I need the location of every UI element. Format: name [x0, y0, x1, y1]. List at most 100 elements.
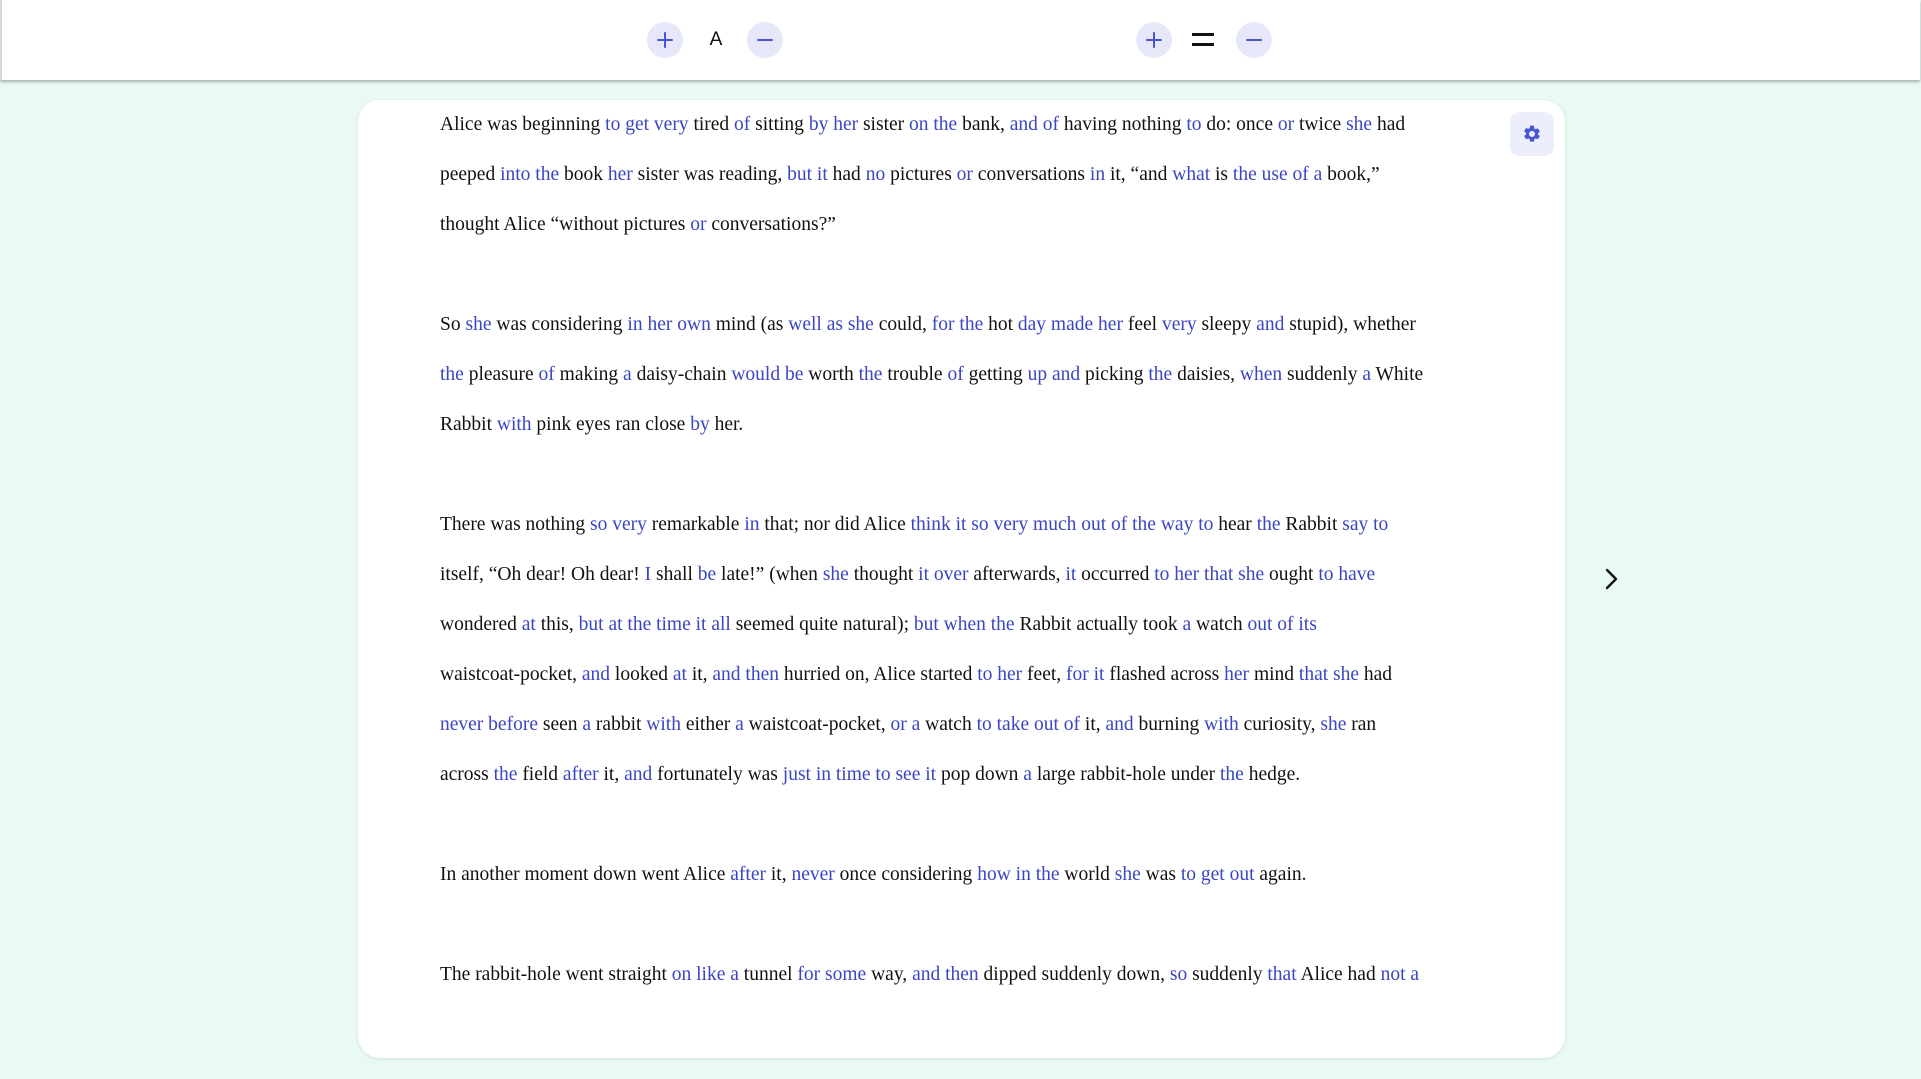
text-segment: mind	[1249, 664, 1299, 685]
highlighted-phrase: to get out	[1180, 864, 1255, 885]
text-segment: her.	[709, 414, 744, 435]
plus-icon	[1146, 32, 1162, 48]
font-size-increase-button[interactable]	[647, 22, 683, 58]
font-size-decrease-button[interactable]	[747, 22, 783, 58]
highlighted-phrase: the use of a	[1232, 164, 1323, 185]
reader-toolbar: A	[0, 0, 1920, 80]
text-segment: twice	[1294, 114, 1347, 135]
text-segment: burning	[1133, 714, 1205, 735]
text-segment: In another moment down went Alice	[440, 864, 731, 885]
highlighted-phrase: on like a	[671, 964, 739, 985]
font-label: A	[709, 29, 723, 50]
text-segment: Rabbit actually took	[1014, 614, 1183, 635]
highlighted-phrase: never before	[440, 714, 538, 735]
text-segment: mind (as	[710, 314, 789, 335]
highlighted-phrase: just in time to see it	[782, 764, 937, 785]
line-spacing-icon	[1192, 33, 1214, 46]
text-segment: was considering	[491, 314, 628, 335]
highlighted-phrase: on the	[909, 114, 958, 135]
line-spacing-decrease-button[interactable]	[1236, 22, 1272, 58]
text-segment: The rabbit-hole went straight	[440, 964, 672, 985]
highlighted-phrase: would be	[731, 364, 804, 385]
text-segment: flashed across	[1104, 664, 1225, 685]
text-segment: had	[1372, 114, 1406, 135]
highlighted-phrase: a	[1182, 614, 1192, 635]
highlighted-phrase: or	[690, 214, 707, 235]
highlighted-phrase: to her that she	[1154, 564, 1265, 585]
text-line: the pleasure of making a daisy-chain wou…	[440, 350, 1480, 400]
text-segment: way,	[866, 964, 913, 985]
text-segment: world	[1059, 864, 1115, 885]
text-segment: either	[680, 714, 736, 735]
highlighted-phrase: the	[1256, 514, 1281, 535]
highlighted-phrase: to get very	[605, 114, 689, 135]
text-segment: So	[440, 314, 466, 335]
highlighted-phrase: but when the	[913, 614, 1015, 635]
next-page-button[interactable]	[1596, 564, 1626, 594]
highlighted-phrase: she	[465, 314, 492, 335]
text-segment: sitting	[750, 114, 809, 135]
text-segment: waistcoat-pocket,	[743, 714, 891, 735]
text-segment: book,”	[1322, 164, 1380, 185]
highlighted-phrase: and	[581, 664, 611, 685]
text-segment: feel	[1122, 314, 1162, 335]
text-segment: hedge.	[1243, 764, 1301, 785]
text-segment: sister was reading,	[632, 164, 788, 185]
text-segment: it,	[686, 664, 713, 685]
highlighted-phrase: she	[1320, 714, 1347, 735]
text-segment: ran	[1346, 714, 1377, 735]
highlighted-phrase: of	[734, 114, 751, 135]
text-segment: large rabbit-hole under	[1031, 764, 1221, 785]
highlighted-phrase: she	[822, 564, 849, 585]
text-segment: Alice had	[1296, 964, 1381, 985]
text-line: So she was considering in her own mind (…	[440, 300, 1480, 350]
highlighted-phrase: with	[1204, 714, 1239, 735]
minus-icon	[1246, 39, 1262, 41]
text-segment: it, “and	[1105, 164, 1173, 185]
text-segment: had	[827, 164, 866, 185]
highlighted-phrase: never	[791, 864, 835, 885]
text-line: There was nothing so very remarkable in …	[440, 500, 1480, 550]
highlighted-phrase: in	[1089, 164, 1106, 185]
highlighted-phrase: of	[947, 364, 964, 385]
highlighted-phrase: how in the	[977, 864, 1060, 885]
text-segment: feet,	[1022, 664, 1067, 685]
text-segment: peeped	[440, 164, 501, 185]
highlighted-phrase: after	[730, 864, 766, 885]
text-segment: this,	[535, 614, 579, 635]
reading-text: Alice was beginning to get very tired of…	[440, 100, 1480, 1050]
text-segment: hear	[1213, 514, 1257, 535]
highlighted-phrase: with	[646, 714, 681, 735]
text-segment: bank,	[957, 114, 1010, 135]
highlighted-phrase: with	[496, 414, 532, 435]
highlighted-phrase: and then	[712, 664, 780, 685]
text-line: thought Alice “without pictures or conve…	[440, 200, 1480, 250]
highlighted-phrase: a	[735, 714, 744, 735]
settings-button[interactable]	[1510, 112, 1554, 156]
highlighted-phrase: she	[1346, 114, 1373, 135]
paragraph: So she was considering in her own mind (…	[440, 300, 1480, 450]
text-segment: was	[1140, 864, 1181, 885]
text-segment: field	[517, 764, 563, 785]
text-segment: hurried on, Alice started	[779, 664, 978, 685]
highlighted-phrase: be	[697, 564, 717, 585]
text-segment: pleasure	[463, 364, 539, 385]
highlighted-phrase: at	[521, 614, 536, 635]
highlighted-phrase: that she	[1298, 664, 1360, 685]
text-segment: wondered	[440, 614, 522, 635]
highlighted-phrase: so very	[590, 514, 647, 535]
highlighted-phrase: when	[1239, 364, 1283, 385]
highlighted-phrase: or	[956, 164, 973, 185]
line-spacing-increase-button[interactable]	[1136, 22, 1172, 58]
text-segment: sister	[858, 114, 910, 135]
text-segment: again.	[1254, 864, 1307, 885]
highlighted-phrase: not a	[1380, 964, 1420, 985]
text-segment: worth	[803, 364, 859, 385]
highlighted-phrase: up and	[1027, 364, 1081, 385]
text-segment: afterwards,	[968, 564, 1066, 585]
highlighted-phrase: or	[1277, 114, 1295, 135]
text-line: never before seen a rabbit with either a…	[440, 700, 1480, 750]
text-segment: rabbit	[591, 714, 647, 735]
highlighted-phrase: the	[1220, 764, 1244, 785]
text-segment: tired	[688, 114, 735, 135]
